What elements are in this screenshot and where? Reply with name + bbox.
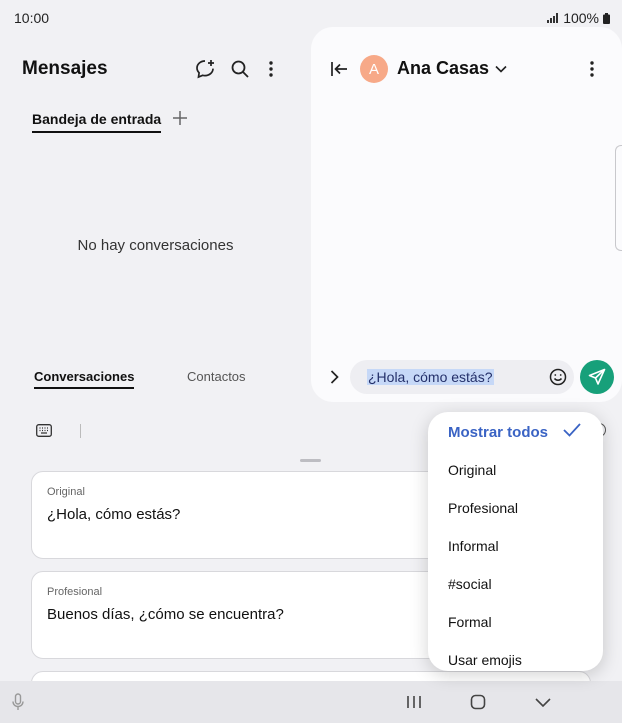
menu-item-formal[interactable]: Formal bbox=[448, 614, 492, 630]
signal-icon bbox=[547, 13, 559, 23]
search-button[interactable] bbox=[226, 55, 254, 83]
home-icon bbox=[470, 694, 486, 710]
tab-inbox[interactable]: Bandeja de entrada bbox=[32, 111, 162, 133]
suggestion-text: ¿Hola, cómo estás? bbox=[47, 506, 181, 523]
tab-conversations[interactable]: Conversaciones bbox=[34, 369, 135, 389]
contact-dropdown-button[interactable] bbox=[487, 55, 515, 83]
emoji-button[interactable] bbox=[544, 363, 572, 391]
battery-icon bbox=[603, 12, 610, 24]
edge-panel-handle[interactable] bbox=[615, 145, 622, 251]
add-tab-button[interactable] bbox=[170, 108, 190, 128]
send-icon bbox=[588, 368, 606, 385]
suggestion-label: Original bbox=[47, 486, 85, 498]
menu-item-informal[interactable]: Informal bbox=[448, 538, 499, 554]
expand-icon bbox=[330, 370, 339, 384]
keyboard-icon bbox=[36, 423, 52, 437]
more-icon bbox=[590, 61, 594, 77]
home-button[interactable] bbox=[464, 688, 492, 716]
status-time: 10:00 bbox=[14, 10, 50, 26]
message-input-text: ¿Hola, cómo estás? bbox=[367, 369, 494, 385]
menu-item-show-all[interactable]: Mostrar todos bbox=[448, 424, 548, 441]
mic-icon bbox=[12, 693, 24, 710]
tab-contacts[interactable]: Contactos bbox=[187, 369, 246, 384]
empty-state-message: No hay conversaciones bbox=[77, 237, 234, 254]
menu-item-original[interactable]: Original bbox=[448, 462, 496, 478]
suggestion-text: Buenos días, ¿cómo se encuentra? bbox=[47, 606, 284, 623]
search-icon bbox=[231, 60, 249, 78]
back-icon bbox=[535, 697, 551, 707]
page-title: Mensajes bbox=[22, 58, 108, 79]
emoji-icon bbox=[549, 368, 567, 386]
plus-icon bbox=[173, 111, 187, 125]
tone-dropdown-menu: Mostrar todos Original Profesional Infor… bbox=[428, 412, 603, 671]
new-chat-button[interactable] bbox=[191, 55, 219, 83]
back-button[interactable] bbox=[529, 688, 557, 716]
chevron-down-icon bbox=[495, 65, 507, 73]
chat-pane bbox=[311, 27, 622, 402]
keyboard-button[interactable] bbox=[30, 416, 58, 444]
recents-icon bbox=[407, 696, 421, 708]
check-icon bbox=[563, 423, 581, 437]
more-icon bbox=[269, 61, 273, 77]
collapse-icon bbox=[331, 62, 347, 76]
suggestion-label: Profesional bbox=[47, 586, 103, 598]
expand-button[interactable] bbox=[320, 363, 348, 391]
status-indicators: 100% bbox=[547, 10, 610, 26]
recents-button[interactable] bbox=[400, 688, 428, 716]
contact-name[interactable]: Ana Casas bbox=[397, 58, 489, 79]
battery-level: 100% bbox=[563, 10, 599, 26]
menu-item-social[interactable]: #social bbox=[448, 576, 492, 592]
new-chat-icon bbox=[196, 60, 214, 79]
voice-input-button[interactable] bbox=[4, 688, 32, 716]
menu-item-emojis[interactable]: Usar emojis bbox=[448, 652, 522, 668]
send-button[interactable] bbox=[580, 360, 614, 394]
collapse-pane-button[interactable] bbox=[325, 55, 353, 83]
menu-item-profesional[interactable]: Profesional bbox=[448, 500, 518, 516]
more-options-button[interactable] bbox=[257, 55, 285, 83]
chat-more-button[interactable] bbox=[578, 55, 606, 83]
toolbar-divider bbox=[80, 424, 81, 438]
panel-drag-handle[interactable] bbox=[300, 459, 321, 462]
avatar[interactable]: A bbox=[360, 55, 388, 83]
